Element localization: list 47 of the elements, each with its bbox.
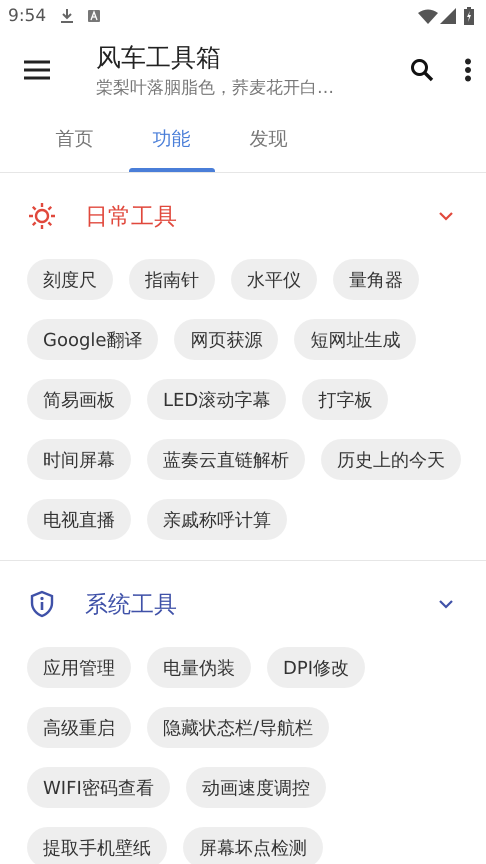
tool-chip[interactable]: 屏幕坏点检测	[183, 827, 323, 864]
tool-chip[interactable]: 隐藏状态栏/导航栏	[147, 707, 330, 748]
wifi-icon	[418, 8, 438, 24]
tool-chip[interactable]: 蓝奏云直链解析	[147, 439, 305, 480]
keyboard-icon	[88, 10, 100, 22]
tool-chip[interactable]: 网页获源	[174, 319, 278, 360]
tool-chip[interactable]: 水平仪	[231, 259, 317, 300]
tool-chip[interactable]: 高级重启	[27, 707, 131, 748]
tool-chip[interactable]: 提取手机壁纸	[27, 827, 167, 864]
tool-chip[interactable]: 历史上的今天	[321, 439, 461, 480]
tab[interactable]: 首页	[26, 108, 123, 172]
tool-chip[interactable]: DPI修改	[267, 647, 366, 688]
tool-chip[interactable]: 电量伪装	[147, 647, 251, 688]
tool-chip[interactable]: 应用管理	[27, 647, 131, 688]
search-icon	[410, 58, 434, 82]
tab[interactable]: 发现	[220, 108, 317, 172]
tool-chip[interactable]: 短网址生成	[294, 319, 416, 360]
sun-icon	[28, 202, 56, 230]
section-title: 日常工具	[85, 202, 178, 232]
tool-chip[interactable]: LED滚动字幕	[147, 379, 286, 420]
more-button[interactable]	[464, 58, 472, 82]
shield-icon	[30, 590, 54, 618]
menu-button[interactable]	[24, 60, 50, 80]
tool-chip[interactable]: 时间屏幕	[27, 439, 131, 480]
tool-chip[interactable]: 打字板	[302, 379, 388, 420]
tool-chip[interactable]: 指南针	[129, 259, 215, 300]
chevron-icon[interactable]	[438, 599, 454, 609]
tool-chip[interactable]: Google翻译	[27, 319, 158, 360]
tool-chip[interactable]: 亲戚称呼计算	[147, 499, 287, 540]
tool-chip[interactable]: 量角器	[333, 259, 419, 300]
search-button[interactable]	[410, 58, 434, 82]
tool-chip[interactable]: 动画速度调控	[186, 767, 326, 808]
more-icon	[464, 58, 472, 82]
download-icon	[60, 8, 74, 24]
tool-chip[interactable]: 刻度尺	[27, 259, 113, 300]
app-title: 风车工具箱	[96, 42, 222, 74]
signal-icon	[440, 8, 456, 24]
status-time: 9:54	[8, 6, 46, 26]
tool-chip[interactable]: WIFI密码查看	[27, 767, 170, 808]
tool-chip[interactable]: 电视直播	[27, 499, 131, 540]
app-subtitle: 棠梨叶落胭脂色，荞麦花开白…	[96, 77, 335, 99]
chevron-icon[interactable]	[438, 211, 454, 221]
section-title: 系统工具	[85, 590, 178, 620]
tab[interactable]: 功能	[123, 108, 220, 172]
menu-icon	[24, 60, 50, 80]
battery-icon	[464, 7, 474, 25]
tool-chip[interactable]: 简易画板	[27, 379, 131, 420]
